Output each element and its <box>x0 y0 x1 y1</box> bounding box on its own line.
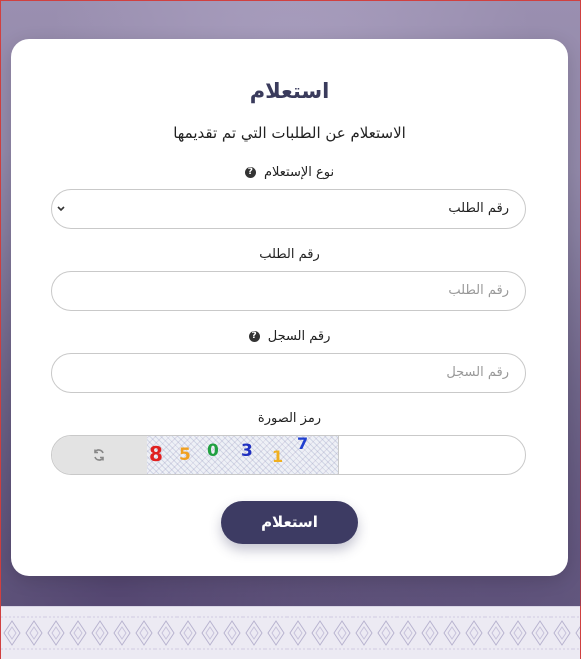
request-number-placeholder: رقم الطلب <box>448 283 509 298</box>
inquiry-type-select[interactable]: رقم الطلب <box>51 189 526 229</box>
submit-inquiry-button[interactable]: استعلام <box>221 501 358 544</box>
question-circle-icon[interactable]: ? <box>244 167 256 178</box>
captcha-digit: 8 <box>149 442 163 466</box>
question-circle-icon[interactable]: ? <box>248 331 260 342</box>
chevron-down-icon <box>57 206 65 212</box>
inquiry-type-label-row: نوع الإستعلام ? <box>11 165 568 180</box>
captcha-label: رمز الصورة <box>257 411 322 426</box>
captcha-digit: 0 <box>207 441 219 461</box>
record-number-input[interactable]: رقم السجل <box>51 353 526 393</box>
record-number-label-row: رقم السجل ? <box>11 329 568 344</box>
inquiry-type-label: نوع الإستعلام <box>263 165 335 180</box>
request-number-input[interactable]: رقم الطلب <box>51 271 526 311</box>
page-title: استعلام <box>249 79 330 103</box>
captcha-row: 8 5 0 3 1 7 <box>51 435 526 475</box>
inquiry-card: استعلام الاستعلام عن الطلبات التي تم تقد… <box>11 39 568 576</box>
refresh-icon <box>94 449 104 461</box>
footer-pattern-band <box>1 606 580 659</box>
captcha-digit: 7 <box>297 435 309 453</box>
page-subtitle: الاستعلام عن الطلبات التي تم تقديمها <box>173 124 406 142</box>
captcha-input[interactable] <box>339 436 525 474</box>
record-number-placeholder: رقم السجل <box>446 365 509 380</box>
captcha-digit: 3 <box>241 441 253 461</box>
captcha-refresh-button[interactable] <box>52 436 148 474</box>
captcha-digit: 5 <box>179 445 191 465</box>
request-number-label: رقم الطلب <box>259 247 320 262</box>
inquiry-type-selected: رقم الطلب <box>448 201 509 216</box>
captcha-digit: 1 <box>272 447 284 466</box>
decorative-pattern <box>1 615 580 651</box>
captcha-image: 8 5 0 3 1 7 <box>147 436 339 474</box>
record-number-label: رقم السجل <box>267 329 331 344</box>
